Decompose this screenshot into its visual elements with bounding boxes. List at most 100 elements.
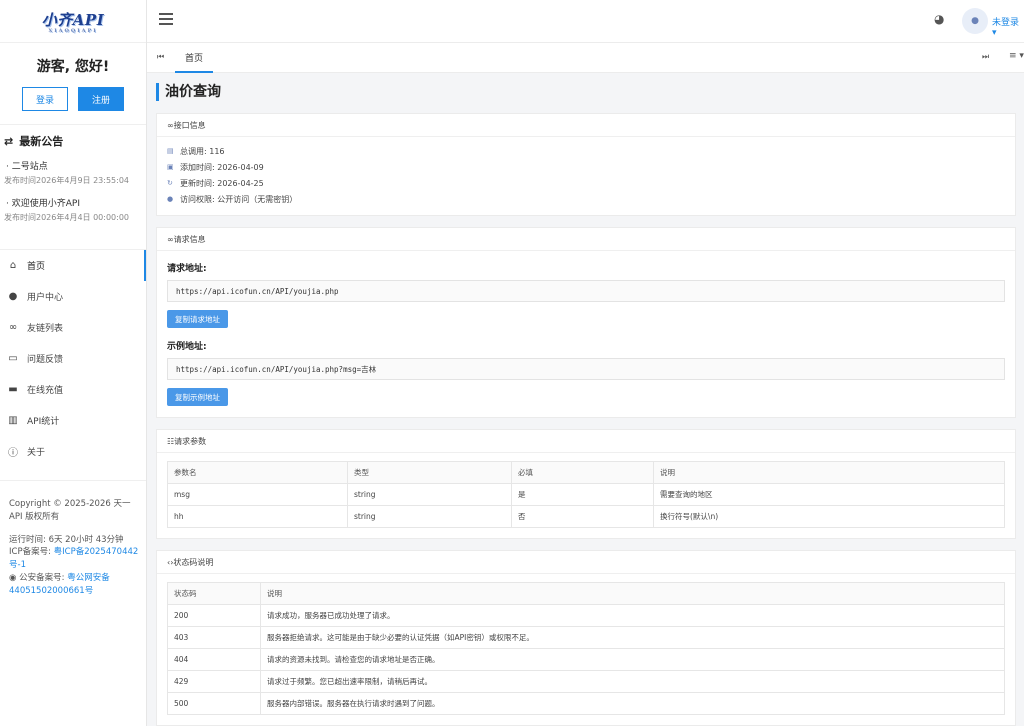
table-cell: 200 — [167, 604, 261, 627]
table-row: 500 服务器内部错误。服务器在执行请求时遇到了问题。 — [167, 692, 1005, 715]
page-title: 油价查询 — [156, 83, 1016, 101]
api-info-card: ∞ 接口信息 ▤ 总调用: 116 ▣ 添加时间: 2026-04-09 ↻ 更新时间:… — [156, 113, 1016, 216]
database-icon: ▤ — [167, 147, 174, 155]
table-cell: 500 — [167, 692, 261, 715]
tab-scroll-left-icon[interactable]: ⏮ — [157, 52, 164, 62]
sidebar-footer: Copyright © 2025-2026 天一API 版权所有 运行时间: 6… — [0, 480, 146, 597]
sidebar-nav: ⌂ 首页 ● 用户中心 ∞ 友链列表 ▭ 问题反馈 ▬ 在线充值 ▥ API统计 ⓘ 关于 — [0, 250, 146, 467]
lock-icon: ● — [167, 195, 174, 203]
login-status-dropdown[interactable]: 未登录 ▾ — [992, 15, 1024, 38]
sidebar: 小齐API XIAOQIAPI 游客, 您好! 登录 注册 ⇄ 最新公告 · 二号站… — [0, 0, 147, 726]
sidebar-item-label: 问题反馈 — [27, 355, 64, 365]
table-row: hh string 否 换行符号(默认\n) — [167, 505, 1005, 528]
table-cell: 403 — [167, 626, 261, 649]
status-codes-card: ‹› 状态码说明 状态码 说明 200 请求成功，服务器已成功处理了请求。 403… — [156, 550, 1016, 726]
palette-icon[interactable]: ◕ — [934, 12, 944, 26]
table-cell: msg — [167, 483, 348, 506]
greeting-text: 游客, 您好! — [36, 59, 110, 75]
card-title: 状态码说明 — [173, 557, 214, 567]
copyright-text: Copyright © 2025-2026 天一API 版权所有 — [9, 499, 131, 522]
info-updated-time: ↻ 更新时间: 2026-04-25 — [167, 178, 264, 188]
column-header: 说明 — [260, 582, 1005, 605]
notice-title: 最新公告 — [19, 135, 64, 148]
info-added-time: ▣ 添加时间: 2026-04-09 — [167, 162, 264, 172]
notice-item-title: 二号站点 — [11, 162, 48, 172]
request-url-field[interactable]: https://api.icofun.cn/API/youjia.php — [167, 280, 1005, 302]
notice-item-time: 发布时间2026年4月9日 23:55:04 — [4, 176, 130, 185]
table-row: 404 请求的资源未找到。请检查您的请求地址是否正确。 — [167, 648, 1005, 671]
avatar[interactable]: ● — [962, 8, 988, 34]
logo[interactable]: 小齐API XIAOQIAPI — [0, 0, 146, 43]
notice-item[interactable]: · 二号站点 发布时间2026年4月9日 23:55:04 — [4, 159, 146, 186]
tab-home[interactable]: 首页 — [175, 43, 214, 73]
column-header: 说明 — [653, 461, 1005, 484]
sidebar-item-user-center[interactable]: ● 用户中心 — [0, 281, 146, 312]
table-header-row: 参数名 类型 必填 说明 — [167, 461, 1005, 484]
tab-scroll-right-icon[interactable]: ⏭ — [982, 52, 989, 62]
copy-example-url-button[interactable]: 复制示例地址 — [167, 388, 228, 406]
request-url-label: 请求地址: — [167, 264, 207, 274]
logo-subtext: XIAOQIAPI — [48, 27, 98, 34]
table-cell: 服务器内部错误。服务器在执行请求时遇到了问题。 — [260, 692, 1005, 715]
table-row: 429 请求过于频繁。您已超出速率限制，请稍后再试。 — [167, 670, 1005, 693]
login-status-label: 未登录 — [992, 18, 1020, 28]
sidebar-item-label: 用户中心 — [27, 293, 64, 303]
sidebar-item-label: 关于 — [27, 448, 46, 458]
table-cell: 请求的资源未找到。请检查您的请求地址是否正确。 — [260, 648, 1005, 671]
notice-item[interactable]: · 欢迎使用小齐API 发布时间2026年4月4日 00:00:00 — [4, 196, 146, 223]
user-icon: ● — [8, 291, 18, 302]
card-icon: ▬ — [8, 384, 18, 395]
chevron-down-icon: ▾ — [992, 28, 997, 38]
table-row: 403 服务器拒绝请求。这可能是由于缺少必要的认证凭据（如API密钥）或权限不足。 — [167, 626, 1005, 649]
register-button[interactable]: 注册 — [78, 87, 124, 111]
sidebar-item-api-stats[interactable]: ▥ API统计 — [0, 405, 146, 436]
logo-text: 小齐API — [41, 10, 105, 29]
example-url-label: 示例地址: — [167, 342, 207, 352]
column-header: 状态码 — [167, 582, 261, 605]
info-icon: ⓘ — [8, 448, 18, 459]
example-url-field[interactable]: https://api.icofun.cn/API/youjia.php?msg… — [167, 358, 1005, 380]
hamburger-menu-icon[interactable] — [159, 13, 173, 25]
icp-label: ICP备案号: — [9, 547, 51, 558]
sidebar-item-friend-links[interactable]: ∞ 友链列表 — [0, 312, 146, 343]
sidebar-item-feedback[interactable]: ▭ 问题反馈 — [0, 343, 146, 374]
list-icon: ☷ — [167, 436, 175, 446]
table-cell: 404 — [167, 648, 261, 671]
runtime-text: 运行时间: 6天 20小时 43分钟 — [9, 534, 124, 545]
calendar-icon: ▣ — [167, 163, 174, 171]
bar-chart-icon: ▥ — [8, 415, 18, 426]
table-cell: 请求成功，服务器已成功处理了请求。 — [260, 604, 1005, 627]
refresh-icon: ↻ — [167, 179, 173, 187]
tab-bar: ⏮ 首页 ⏭ ≡ ▾ — [147, 43, 1024, 73]
table-header-row: 状态码 说明 — [167, 582, 1005, 605]
table-cell: 是 — [511, 483, 654, 506]
request-params-card: ☷ 请求参数 参数名 类型 必填 说明 msg string 是 需要查询的地区 — [156, 429, 1016, 539]
table-cell: 否 — [511, 505, 654, 528]
tab-menu-icon[interactable]: ≡ ▾ — [1009, 51, 1024, 61]
column-header: 参数名 — [167, 461, 348, 484]
megaphone-icon: ⇄ — [4, 134, 14, 148]
sidebar-item-home[interactable]: ⌂ 首页 — [0, 250, 146, 281]
table-row: msg string 是 需要查询的地区 — [167, 483, 1005, 506]
table-cell: 需要查询的地区 — [653, 483, 1005, 506]
sidebar-item-recharge[interactable]: ▬ 在线充值 — [0, 374, 146, 405]
column-header: 类型 — [347, 461, 512, 484]
login-button[interactable]: 登录 — [22, 87, 68, 111]
greeting-panel: 游客, 您好! 登录 注册 — [0, 43, 146, 125]
table-cell: string — [347, 505, 512, 528]
request-info-card: ∞ 请求信息 请求地址: https://api.icofun.cn/API/yo… — [156, 227, 1016, 418]
notice-item-title: 欢迎使用小齐API — [11, 199, 80, 209]
table-cell: 429 — [167, 670, 261, 693]
copy-request-url-button[interactable]: 复制请求地址 — [167, 310, 228, 328]
notice-item-time: 发布时间2026年4月4日 00:00:00 — [4, 213, 130, 222]
table-cell: 换行符号(默认\n) — [653, 505, 1005, 528]
police-label: 公安备案号: — [19, 572, 65, 583]
police-badge-icon: ◉ — [9, 572, 17, 583]
sidebar-item-label: 首页 — [27, 262, 46, 272]
card-title: 请求信息 — [173, 234, 206, 244]
link-icon: ∞ — [8, 322, 18, 333]
top-bar: ◕ ● 未登录 ▾ — [147, 0, 1024, 43]
home-icon: ⌂ — [9, 260, 17, 271]
sidebar-item-about[interactable]: ⓘ 关于 — [0, 436, 146, 467]
sidebar-item-label: API统计 — [27, 417, 60, 427]
